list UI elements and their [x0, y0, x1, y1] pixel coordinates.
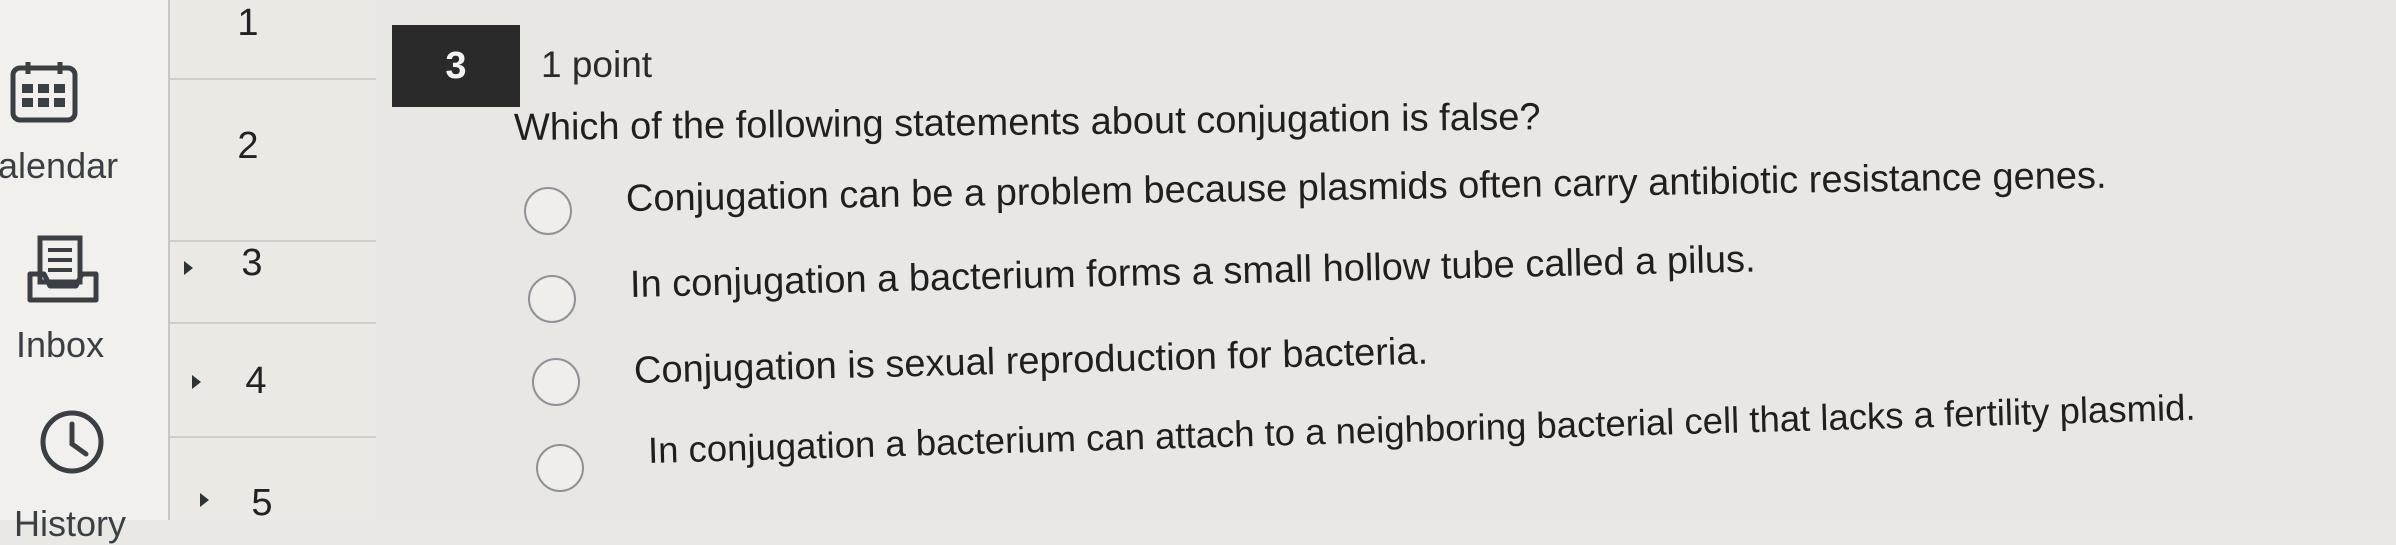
question-prompt: Which of the following statements about …: [513, 96, 1541, 149]
question-nav-item[interactable]: 5: [170, 438, 376, 524]
answer-text: In conjugation a bacterium forms a small…: [629, 238, 1756, 306]
answer-text: In conjugation a bacterium can attach to…: [647, 386, 2197, 471]
question-nav-item[interactable]: 4: [170, 324, 376, 438]
nav-label-inbox: Inbox: [16, 324, 105, 365]
question-navigator: 1 2 3 4 5: [168, 0, 378, 524]
question-nav-item[interactable]: 1: [170, 0, 376, 80]
nav-item-history[interactable]: History: [0, 405, 168, 544]
inbox-icon: [26, 234, 100, 313]
calendar-icon: [10, 60, 78, 129]
answer-radio[interactable]: [524, 187, 572, 235]
answer-radio[interactable]: [528, 275, 576, 323]
answer-radio[interactable]: [536, 444, 584, 492]
nav-label-calendar: alendar: [0, 145, 119, 186]
question-panel: 3 1 point Which of the following stateme…: [376, 0, 2396, 520]
current-marker: [184, 261, 193, 275]
answer-text: Conjugation can be a problem because pla…: [625, 154, 2107, 220]
clock-icon: [38, 408, 106, 481]
answer-text: Conjugation is sexual reproduction for b…: [633, 330, 1429, 392]
global-nav: alendar Inbox History: [0, 0, 168, 544]
question-points: 1 point: [541, 44, 653, 85]
answered-marker: [192, 375, 201, 389]
question-number-badge: 3: [392, 25, 520, 107]
question-nav-item-current[interactable]: 3: [170, 242, 376, 324]
nav-item-calendar[interactable]: alendar: [0, 55, 168, 186]
answer-radio[interactable]: [532, 358, 580, 406]
nav-label-history: History: [14, 503, 127, 544]
nav-item-inbox[interactable]: Inbox: [0, 232, 168, 365]
question-nav-item[interactable]: 2: [170, 80, 376, 242]
answered-marker: [200, 493, 209, 507]
